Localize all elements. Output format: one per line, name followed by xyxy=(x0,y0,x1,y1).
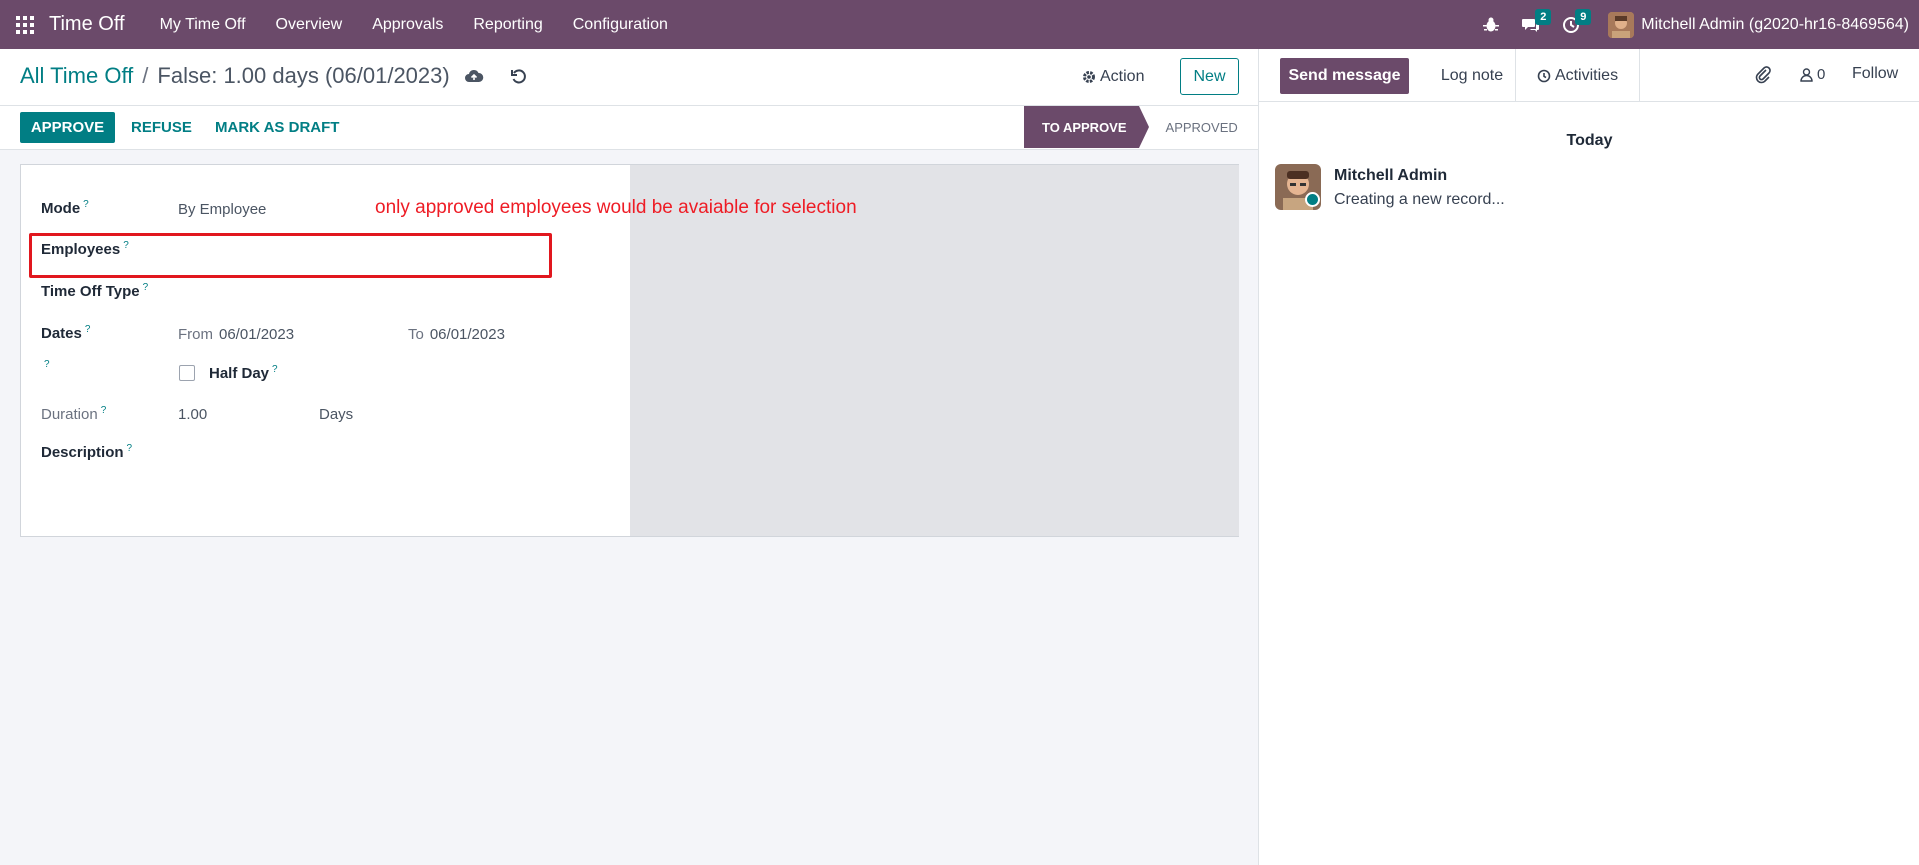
to-label: To xyxy=(408,326,424,343)
form-sheet: Mode? By Employee only approved employee… xyxy=(20,164,1239,537)
from-value: 06/01/2023 xyxy=(219,326,295,343)
duration-label-text: Duration xyxy=(41,406,98,423)
time-off-type-label-text: Time Off Type xyxy=(41,283,140,300)
breadcrumb-parent[interactable]: All Time Off xyxy=(20,63,133,89)
user-icon xyxy=(1800,68,1813,82)
control-panel: All Time Off / False: 1.00 days (06/01/2… xyxy=(0,49,1258,150)
help-icon[interactable]: ? xyxy=(123,240,129,251)
from-label: From xyxy=(178,326,213,343)
nav-reporting[interactable]: Reporting xyxy=(458,0,557,49)
status-approved[interactable]: APPROVED xyxy=(1139,106,1238,148)
unnamed-field-label: ? xyxy=(41,359,50,377)
debug-bug-icon[interactable] xyxy=(1474,0,1508,49)
messages-icon[interactable]: 2 xyxy=(1514,0,1552,49)
mark-as-draft-button[interactable]: MARK AS DRAFT xyxy=(215,119,339,136)
top-navbar: Time Off My Time Off Overview Approvals … xyxy=(0,0,1919,49)
action-menu-button[interactable]: Action xyxy=(1082,68,1144,86)
activities-clock-icon[interactable]: 9 xyxy=(1554,0,1592,49)
messages-badge: 2 xyxy=(1535,9,1552,25)
form-sheet-side-panel xyxy=(630,165,1239,536)
employees-label-text: Employees xyxy=(41,241,121,258)
dates-label: Dates? xyxy=(41,324,90,342)
help-icon[interactable]: ? xyxy=(85,324,91,335)
half-day-label-text: Half Day xyxy=(209,365,270,382)
help-icon[interactable]: ? xyxy=(44,359,50,370)
user-menu[interactable]: Mitchell Admin (g2020-hr16-8469564) xyxy=(1608,11,1909,38)
duration-value[interactable]: 1.00 xyxy=(178,406,207,423)
status-bar: TO APPROVE APPROVED xyxy=(1024,106,1238,148)
user-name: Mitchell Admin (g2020-hr16-8469564) xyxy=(1641,15,1909,33)
help-icon[interactable]: ? xyxy=(83,199,89,210)
attachment-paperclip-icon[interactable] xyxy=(1754,66,1772,84)
follow-button[interactable]: Follow xyxy=(1852,65,1898,83)
chatter-topbar: Send message Log note Activities 0 Follo… xyxy=(1259,49,1919,102)
time-off-type-label: Time Off Type? xyxy=(41,282,148,300)
discard-undo-icon[interactable] xyxy=(509,67,529,87)
message-author[interactable]: Mitchell Admin xyxy=(1334,167,1447,185)
nav-my-time-off[interactable]: My Time Off xyxy=(145,0,261,49)
new-button[interactable]: New xyxy=(1180,58,1239,95)
apps-menu-icon[interactable] xyxy=(0,0,49,49)
gear-icon xyxy=(1083,71,1095,83)
followers-count: 0 xyxy=(1817,66,1826,83)
activities-badge: 9 xyxy=(1575,9,1592,25)
action-label: Action xyxy=(1100,68,1145,85)
send-message-button[interactable]: Send message xyxy=(1280,58,1409,94)
dates-label-text: Dates xyxy=(41,325,82,342)
employees-label: Employees? xyxy=(41,240,129,258)
approve-button[interactable]: APPROVE xyxy=(20,112,115,143)
followers-button[interactable]: 0 xyxy=(1799,66,1825,83)
app-name[interactable]: Time Off xyxy=(49,13,125,36)
breadcrumb-current: False: 1.00 days (06/01/2023) xyxy=(157,63,450,88)
nav-approvals[interactable]: Approvals xyxy=(357,0,458,49)
to-value: 06/01/2023 xyxy=(429,326,505,343)
annotation-note: only approved employees would be avaiabl… xyxy=(375,197,857,218)
half-day-checkbox[interactable] xyxy=(179,365,195,381)
half-day-label: Half Day? xyxy=(209,364,278,382)
breadcrumb: All Time Off / False: 1.00 days (06/01/2… xyxy=(20,63,450,89)
activities-label: Activities xyxy=(1554,66,1619,84)
help-icon[interactable]: ? xyxy=(101,405,107,416)
duration-label: Duration? xyxy=(41,405,106,423)
online-status-indicator xyxy=(1305,192,1320,207)
user-avatar xyxy=(1608,11,1635,38)
mode-label-text: Mode xyxy=(41,200,81,217)
date-to-field[interactable]: To 06/01/2023 xyxy=(408,326,505,343)
nav-configuration[interactable]: Configuration xyxy=(558,0,683,49)
mode-value[interactable]: By Employee xyxy=(178,201,266,218)
chatter-panel: Send message Log note Activities 0 Follo… xyxy=(1258,49,1919,865)
date-separator: Today xyxy=(1566,132,1613,149)
description-label-text: Description xyxy=(41,444,124,461)
save-cloud-icon[interactable] xyxy=(464,67,484,87)
help-icon[interactable]: ? xyxy=(127,443,133,454)
duration-unit: Days xyxy=(319,406,354,423)
clock-icon xyxy=(1537,69,1551,82)
help-icon[interactable]: ? xyxy=(143,282,149,293)
status-to-approve[interactable]: TO APPROVE xyxy=(1024,106,1149,148)
breadcrumb-separator: / xyxy=(142,63,149,88)
description-label: Description? xyxy=(41,443,132,461)
message-body: Creating a new record... xyxy=(1334,191,1505,208)
log-note-button[interactable]: Log note xyxy=(1429,49,1515,102)
help-icon[interactable]: ? xyxy=(272,364,278,375)
refuse-button[interactable]: REFUSE xyxy=(131,119,192,136)
activities-button[interactable]: Activities xyxy=(1515,49,1640,102)
nav-overview[interactable]: Overview xyxy=(261,0,358,49)
mode-label: Mode? xyxy=(41,199,89,217)
date-from-field[interactable]: From 06/01/2023 xyxy=(178,326,294,343)
